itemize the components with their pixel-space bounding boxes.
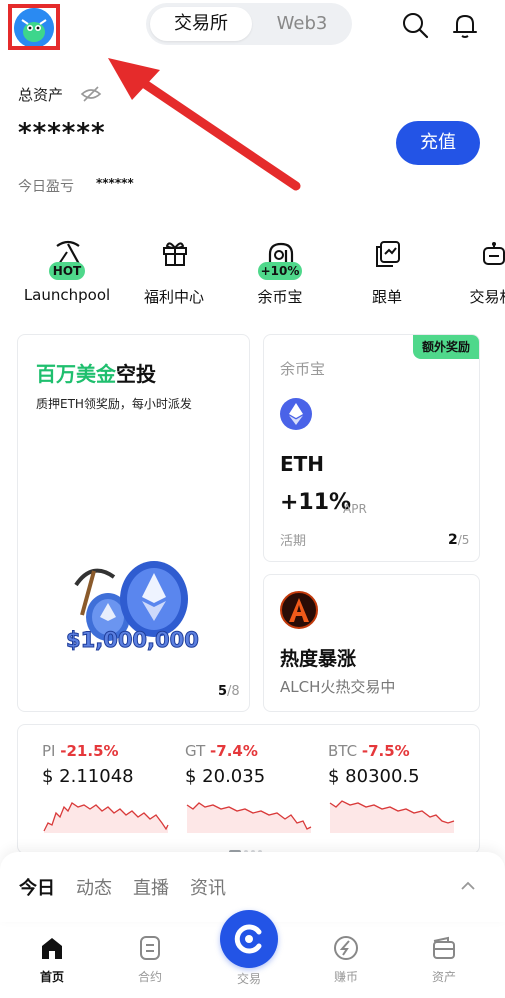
shortcut-earn-coin[interactable]: +10% 余币宝 <box>230 232 330 312</box>
ticker-item[interactable]: BTC -7.5% $ 80300.5 <box>328 742 468 833</box>
ticker-header: PI -21.5% <box>42 742 119 760</box>
annotation-highlight-box <box>8 4 60 50</box>
nav-home[interactable]: 首页 <box>22 934 82 985</box>
shortcut-label: 福利中心 <box>143 288 204 306</box>
earn-symbol: ETH <box>280 452 325 476</box>
promo-title: 百万美金空投 <box>36 362 156 386</box>
nav-contract[interactable]: 合约 <box>120 934 180 985</box>
ticker-sparkline <box>186 802 312 833</box>
feed-tab-live[interactable]: 直播 <box>133 874 169 900</box>
shortcut-trading-bot[interactable]: 交易机 <box>442 232 505 312</box>
nav-trade-button[interactable] <box>220 910 278 968</box>
contract-icon <box>140 936 160 960</box>
home-icon <box>42 938 62 959</box>
ticker-item[interactable]: PI -21.5% $ 2.11048 <box>42 742 182 833</box>
nav-assets[interactable]: 资产 <box>414 934 474 985</box>
nav-trade-label: 交易 <box>236 972 261 986</box>
alch-token-icon <box>280 591 318 629</box>
shortcut-copy-trading[interactable]: 跟单 <box>337 232 437 312</box>
hot-badge: HOT <box>49 262 85 280</box>
promo-subtitle: 质押ETH领奖励，每小时派发 <box>36 397 192 411</box>
search-icon[interactable] <box>400 10 430 40</box>
tab-exchange[interactable]: 交易所 <box>150 10 252 38</box>
shortcut-label: 余币宝 <box>257 288 303 306</box>
tab-web3[interactable]: Web3 <box>252 10 352 38</box>
ticker-price: $ 80300.5 <box>328 766 420 787</box>
today-pnl-label: 今日盈亏 <box>18 179 74 195</box>
earn-apr-value: +11% <box>280 490 352 515</box>
trending-title: 热度暴涨 <box>280 648 357 670</box>
ticker-sparkline <box>329 800 455 833</box>
ticker-header: BTC -7.5% <box>328 742 410 760</box>
shortcut-label: Launchpool <box>23 286 111 304</box>
feed-tab-dynamics[interactable]: 动态 <box>76 874 112 900</box>
shortcut-launchpool[interactable]: HOT Launchpool <box>17 232 117 312</box>
copy-trade-icon <box>376 241 400 267</box>
earn-icon <box>334 936 358 960</box>
eth-icon <box>280 398 312 430</box>
gift-icon <box>163 242 187 266</box>
yield-badge: +10% <box>258 262 302 280</box>
total-balance: ****** <box>18 118 106 148</box>
robot-icon <box>483 242 505 265</box>
ticker-header: GT -7.4% <box>185 742 258 760</box>
today-pnl-value: ****** <box>96 176 134 190</box>
trade-icon <box>234 924 262 954</box>
chevron-up-icon[interactable] <box>458 878 478 894</box>
feed-tab-today[interactable]: 今日 <box>19 874 55 900</box>
shortcut-welfare-center[interactable]: 福利中心 <box>124 232 224 312</box>
extra-reward-badge: 额外奖励 <box>413 335 479 359</box>
hide-balance-eye-icon[interactable] <box>80 84 102 104</box>
wallet-icon <box>433 936 455 959</box>
earn-apr-unit: APR <box>343 502 367 516</box>
earn-term: 活期 <box>280 534 307 549</box>
total-assets-label: 总资产 <box>18 86 64 104</box>
trending-subtitle: ALCH火热交易中 <box>280 678 396 696</box>
shortcut-label: 交易机 <box>469 288 505 306</box>
ticker-price: $ 20.035 <box>185 766 266 787</box>
bell-icon[interactable] <box>450 10 480 40</box>
ticker-sparkline <box>43 802 169 833</box>
ticker-price: $ 2.11048 <box>42 766 134 787</box>
earn-pager: 2/5 <box>448 532 470 548</box>
promo-amount-text: $1,000,000 <box>66 628 200 653</box>
earn-card-title: 余币宝 <box>280 360 326 378</box>
nav-earn[interactable]: 赚币 <box>316 934 376 985</box>
shortcut-label: 跟单 <box>371 288 402 306</box>
promo-pager: 5/8 <box>218 684 240 699</box>
ticker-item[interactable]: GT -7.4% $ 20.035 <box>185 742 325 833</box>
feed-tab-news[interactable]: 资讯 <box>190 874 226 900</box>
deposit-button[interactable]: 充值 <box>396 121 480 165</box>
